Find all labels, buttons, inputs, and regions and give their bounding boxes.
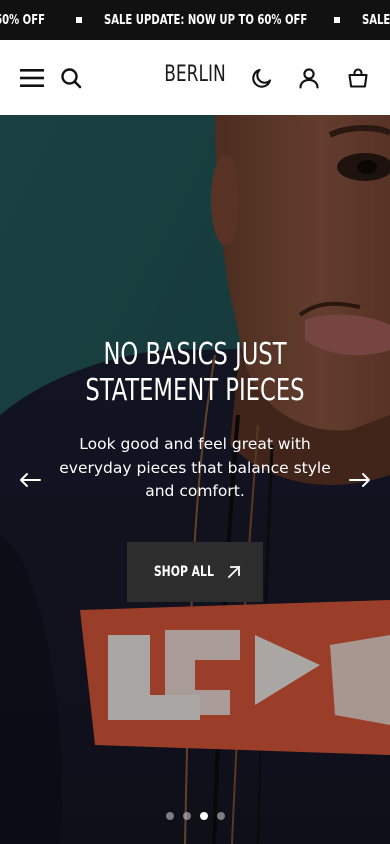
announcement-text: SALE UPDATE: NOW UP TO 60% OFF <box>362 12 390 28</box>
hero-subtitle: Look good and feel great with everyday p… <box>59 435 331 500</box>
shopping-bag-icon[interactable] <box>344 64 372 92</box>
hero-title-line: STATEMENT PIECES <box>85 373 305 408</box>
arrow-left-icon[interactable] <box>17 467 43 493</box>
site-logo[interactable]: BERLIN <box>148 62 243 87</box>
slide-dot-active[interactable] <box>199 812 208 820</box>
announcement-text: SALE UPDATE: NOW UP TO 60% OFF <box>104 12 308 28</box>
slide-dot[interactable] <box>182 812 191 820</box>
announcement-item: SALE UPDATE: NOW UP TO 60% OFF <box>362 13 390 28</box>
hero-title-line: NO BASICS JUST <box>103 337 287 372</box>
slide-indicators <box>0 812 390 820</box>
user-icon[interactable] <box>295 64 323 92</box>
separator-square-icon <box>334 17 340 23</box>
separator-square-icon <box>76 17 82 23</box>
hamburger-menu-icon[interactable] <box>18 64 46 92</box>
arrow-up-right-icon <box>227 565 241 579</box>
slide-dot[interactable] <box>165 812 174 820</box>
hero-title: NO BASICS JUST STATEMENT PIECES <box>0 337 390 409</box>
search-icon[interactable] <box>57 64 85 92</box>
moon-icon[interactable] <box>248 64 276 92</box>
site-header: BERLIN <box>0 40 390 115</box>
announcement-text: SALE UPDATE: NOW UP TO 60% OFF <box>0 12 46 28</box>
announcement-track: SALE UPDATE: NOW UP TO 60% OFF SALE UPDA… <box>0 0 390 40</box>
announcement-item: SALE UPDATE: NOW UP TO 60% OFF <box>104 13 362 28</box>
slide-dot[interactable] <box>216 812 225 820</box>
hero-slideshow: NO BASICS JUST STATEMENT PIECES Look goo… <box>0 115 390 844</box>
announcement-bar: SALE UPDATE: NOW UP TO 60% OFF SALE UPDA… <box>0 0 390 40</box>
shop-all-button[interactable]: SHOP ALL <box>127 542 263 602</box>
shop-all-label: SHOP ALL <box>154 564 214 580</box>
arrow-right-icon[interactable] <box>347 467 373 493</box>
announcement-item: SALE UPDATE: NOW UP TO 60% OFF <box>0 13 104 28</box>
